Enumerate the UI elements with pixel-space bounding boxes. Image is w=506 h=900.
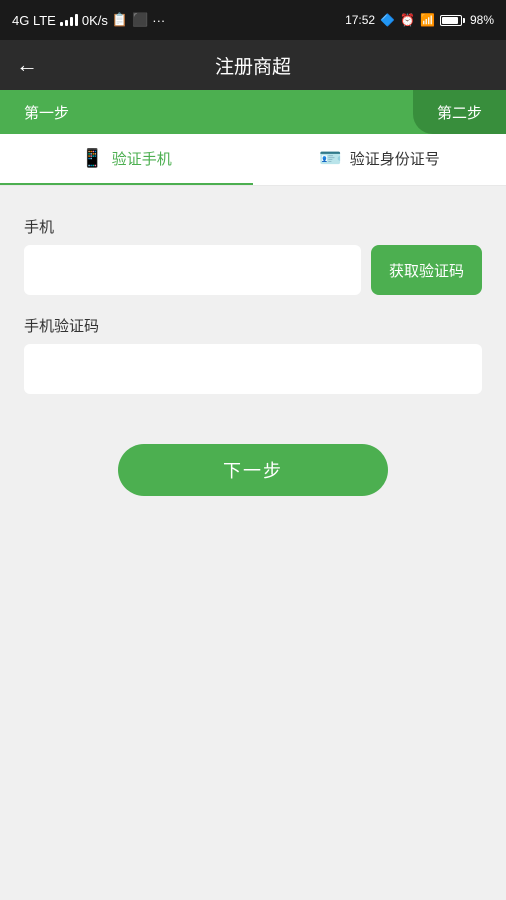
- get-code-button[interactable]: 获取验证码: [371, 245, 482, 295]
- status-left: 4G LTE 0K/s 📋 ⬛ ···: [12, 12, 165, 28]
- verify-phone-option[interactable]: 📱 验证手机: [0, 134, 253, 185]
- verify-id-label: 验证身份证号: [350, 148, 440, 169]
- bluetooth-icon: 🔷: [380, 13, 395, 27]
- signal-icon: [60, 14, 78, 26]
- sim-icon: 📋: [112, 12, 128, 28]
- sms-label: 手机验证码: [24, 315, 482, 336]
- battery-icon: [440, 15, 465, 26]
- id-card-icon: 🪪: [319, 148, 341, 169]
- alarm-icon: ⏰: [400, 13, 415, 27]
- status-bar: 4G LTE 0K/s 📋 ⬛ ··· 17:52 🔷 ⏰ 📶 98%: [0, 0, 506, 40]
- phone-row: 获取验证码: [24, 245, 482, 295]
- time-label: 17:52: [345, 13, 375, 27]
- battery-label: 98%: [470, 13, 494, 27]
- nav-bar: ← 注册商超: [0, 40, 506, 90]
- sms-input[interactable]: [24, 344, 482, 394]
- verify-phone-label: 验证手机: [112, 148, 172, 169]
- step2-tab[interactable]: 第二步: [413, 90, 506, 134]
- phone-input[interactable]: [24, 245, 361, 295]
- phone-icon: 📱: [81, 148, 103, 169]
- phone-label: 手机: [24, 216, 482, 237]
- verify-options-row: 📱 验证手机 🪪 验证身份证号: [0, 134, 506, 186]
- status-right: 17:52 🔷 ⏰ 📶 98%: [345, 13, 494, 27]
- next-btn-wrap: 下一步: [24, 444, 482, 496]
- extra-icon: ⬛: [132, 12, 148, 28]
- step1-tab[interactable]: 第一步: [0, 90, 93, 134]
- carrier-label: 4G LTE: [12, 13, 56, 28]
- verify-id-option[interactable]: 🪪 验证身份证号: [253, 134, 506, 185]
- step1-label: 第一步: [24, 102, 69, 123]
- form-content: 手机 获取验证码 手机验证码 下一步: [0, 186, 506, 516]
- next-button[interactable]: 下一步: [118, 444, 388, 496]
- steps-bar: 第一步 第二步: [0, 90, 506, 134]
- speed-label: 0K/s: [82, 13, 108, 28]
- sms-section: 手机验证码: [24, 315, 482, 394]
- phone-section: 手机 获取验证码: [24, 216, 482, 295]
- back-button[interactable]: ←: [16, 52, 38, 78]
- nav-title: 注册商超: [215, 52, 291, 79]
- wifi-icon: 📶: [420, 13, 435, 27]
- back-icon: ←: [16, 52, 38, 78]
- dots-label: ···: [152, 13, 165, 28]
- step2-label: 第二步: [437, 102, 482, 123]
